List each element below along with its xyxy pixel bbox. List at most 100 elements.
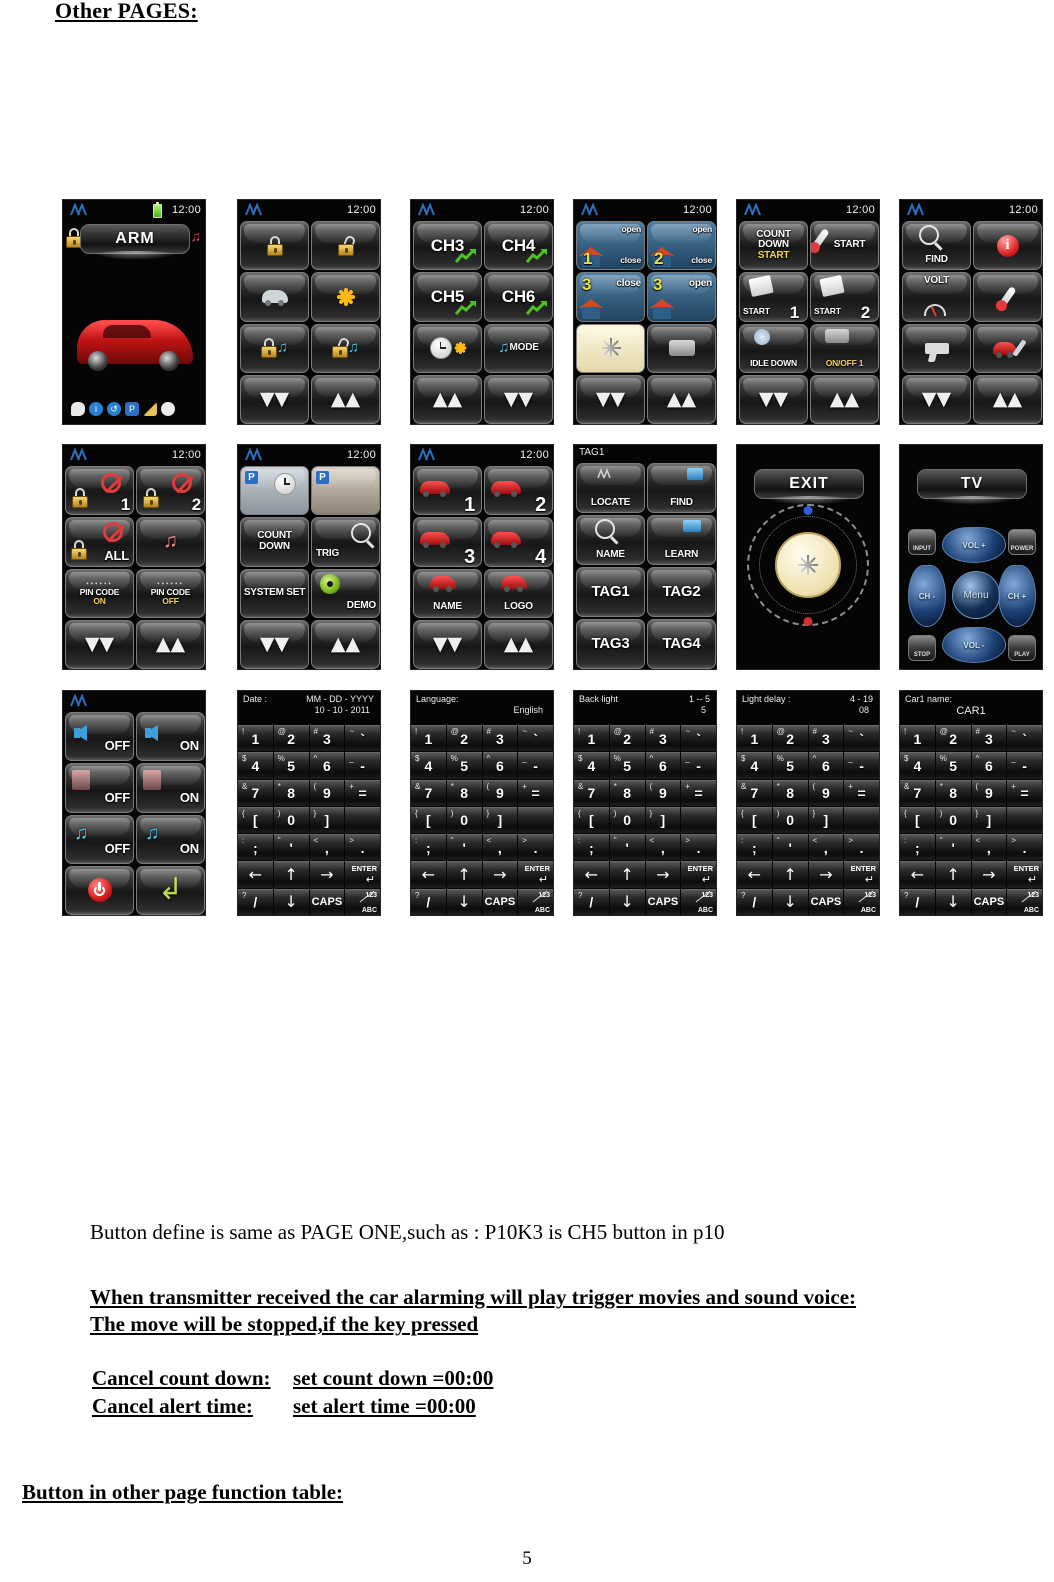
keypad-key[interactable]: + = xyxy=(518,779,553,806)
key-music-on[interactable]: ♫ ON xyxy=(136,814,205,864)
keypad-key[interactable]: " ' xyxy=(273,834,309,861)
key-tag-1[interactable]: TAG1 xyxy=(576,567,645,617)
tv-banner-button[interactable]: TV xyxy=(917,469,1027,505)
key-page-down[interactable]: ▼▼ xyxy=(413,619,482,669)
keypad-key[interactable]: :; xyxy=(737,834,772,861)
key-system-set[interactable]: SYSTEM SET xyxy=(240,568,309,618)
key-tag-2[interactable]: TAG2 xyxy=(647,567,716,617)
keypad-left-arrow[interactable]: ← xyxy=(574,861,609,888)
key-page-up[interactable]: ▲▲ xyxy=(484,619,553,669)
keypad-key[interactable]: }] xyxy=(808,806,844,834)
screen-garage-page[interactable]: 12:00 1 open close 2 open close 3 close xyxy=(573,199,717,425)
keypad-key[interactable]: ~ ` xyxy=(345,725,380,752)
keypad-key[interactable]: ! 1 xyxy=(238,725,273,752)
keypad-key[interactable]: ) 0 xyxy=(446,806,482,834)
keypad-left-arrow[interactable]: ← xyxy=(411,861,446,888)
key-pin-code-off[interactable]: •••••• PIN CODE OFF xyxy=(136,568,205,618)
key-page-up[interactable]: ▲▲ xyxy=(810,374,879,424)
keypad-key[interactable]: % 5 xyxy=(273,752,309,779)
key-locate[interactable]: LOCATE xyxy=(576,463,645,513)
keypad-slash-key[interactable]: ? / xyxy=(737,888,772,915)
keypad-key[interactable]: ^ 6 xyxy=(645,752,681,779)
keypad-enter-key[interactable]: ENTER ↵ xyxy=(681,861,716,888)
key-flower[interactable] xyxy=(311,272,380,322)
keypad-key[interactable]: $4 xyxy=(411,752,446,779)
stop-button[interactable]: STOP xyxy=(908,635,936,661)
keypad-key[interactable]: $4 xyxy=(737,752,772,779)
keypad-key[interactable]: (9 xyxy=(309,779,345,806)
key-ch4[interactable]: CH4 xyxy=(484,221,553,271)
key-speaker-off[interactable]: OFF xyxy=(65,712,134,762)
keypad-key[interactable]: " ' xyxy=(935,834,971,861)
screen-carname-keypad[interactable]: Car1 name: CAR1 ! 1 @2 #3 ~ ` $4% 5 ^ 6 _ - & 7 * 8(9 + =… xyxy=(899,690,1043,916)
screen-channel-page[interactable]: 12:00 CH3 CH4 CH5 CH6 ♫ MODE ▲▲ ▼▼ xyxy=(410,199,554,425)
key-page-down[interactable]: ▼▼ xyxy=(739,374,808,424)
play-button[interactable]: PLAY xyxy=(1008,635,1036,661)
keypad-key[interactable]: ! 1 xyxy=(411,725,446,752)
keypad-key[interactable]: " ' xyxy=(772,834,808,861)
keypad-key[interactable]: _ - xyxy=(681,752,716,779)
keypad-key[interactable]: _ - xyxy=(345,752,380,779)
key-mute-1[interactable]: 1 xyxy=(65,466,134,516)
message-icon[interactable] xyxy=(71,402,85,416)
keypad-up-arrow[interactable]: ↑ xyxy=(935,861,971,888)
key-page-up[interactable]: ▲▲ xyxy=(136,619,205,669)
keypad-key[interactable]: :; xyxy=(900,834,935,861)
keypad-slash-key[interactable]: ? / xyxy=(574,888,609,915)
keypad-key[interactable]: & 7 xyxy=(411,779,446,806)
key-tag-3[interactable]: TAG3 xyxy=(576,619,645,669)
screen-language-keypad[interactable]: Language: English ! 1 @2 #3 ~ ` $4% 5 ^ 6 _ - & 7 * 8(9… xyxy=(410,690,554,916)
keypad-key[interactable]: {[ xyxy=(737,806,772,834)
key-garage-3-close[interactable]: 3 close xyxy=(576,272,645,322)
key-temp[interactable] xyxy=(973,272,1042,322)
keypad-key[interactable]: * 8 xyxy=(609,779,645,806)
screen-lock-page[interactable]: 12:00 ♫ ♫ ▼▼ ▲▲ xyxy=(237,199,381,425)
keypad-left-arrow[interactable]: ← xyxy=(238,861,273,888)
keypad-key[interactable]: <, xyxy=(309,834,345,861)
keypad-key[interactable] xyxy=(345,806,380,834)
key-page-down[interactable]: ▼▼ xyxy=(484,374,553,424)
arm-banner-button[interactable]: ARM xyxy=(80,224,190,260)
keypad-key[interactable]: (9 xyxy=(645,779,681,806)
key-ch3[interactable]: CH3 xyxy=(413,221,482,271)
power-button[interactable]: POWER xyxy=(1008,529,1036,555)
key-car-2[interactable]: 2 xyxy=(484,466,553,516)
key-page-up[interactable]: ▲▲ xyxy=(413,374,482,424)
key-page-up[interactable]: ▲▲ xyxy=(647,374,716,424)
keypad-key[interactable]: @2 xyxy=(446,725,482,752)
key-car-3[interactable]: 3 xyxy=(413,517,482,567)
keypad-key[interactable]: ) 0 xyxy=(609,806,645,834)
key-learn[interactable]: LEARN xyxy=(647,515,716,565)
keypad-key[interactable]: $4 xyxy=(574,752,609,779)
key-gun[interactable] xyxy=(902,323,971,373)
keypad-key[interactable]: >. xyxy=(345,834,380,861)
keypad-key[interactable]: }] xyxy=(482,806,518,834)
keypad-enter-key[interactable]: ENTER ↵ xyxy=(844,861,879,888)
key-vibrate-on[interactable]: ON xyxy=(136,763,205,813)
keypad-right-arrow[interactable]: → xyxy=(645,861,681,888)
keypad-key[interactable]: " ' xyxy=(446,834,482,861)
screen-lightdelay-keypad[interactable]: Light delay : 4 - 19 08 ! 1 @2 #3 ~ ` $4% 5 ^ 6 _ -… xyxy=(736,690,880,916)
keypad-caps-key[interactable]: CAPS xyxy=(808,888,844,915)
key-unlock[interactable] xyxy=(311,221,380,271)
key-mode[interactable]: ♫ MODE xyxy=(484,323,553,373)
keypad-key[interactable]: % 5 xyxy=(446,752,482,779)
screen-car-select-page[interactable]: 12:00 1 2 3 4 NAME LOGO ▼▼ ▲▲ xyxy=(410,444,554,670)
keypad-key[interactable] xyxy=(681,806,716,834)
keypad-key[interactable]: * 8 xyxy=(772,779,808,806)
screen-date-keypad[interactable]: Date : MM - DD - YYYY 10 - 10 - 2011 ! 1 @… xyxy=(237,690,381,916)
keypad-key[interactable]: + = xyxy=(681,779,716,806)
key-car-1[interactable]: 1 xyxy=(413,466,482,516)
keypad-key[interactable]: :; xyxy=(411,834,446,861)
keypad-key[interactable]: + = xyxy=(1007,779,1042,806)
key-find[interactable]: FIND xyxy=(902,221,971,271)
keypad-key[interactable]: * 8 xyxy=(273,779,309,806)
keypad-key[interactable]: ) 0 xyxy=(772,806,808,834)
keypad-key[interactable]: @2 xyxy=(935,725,971,752)
keypad-key[interactable]: >. xyxy=(681,834,716,861)
keypad-key[interactable]: ! 1 xyxy=(574,725,609,752)
key-page-down[interactable]: ▼▼ xyxy=(576,374,645,424)
key-trunk[interactable] xyxy=(240,272,309,322)
keypad-key[interactable]: #3 xyxy=(645,725,681,752)
screen-backlight-keypad[interactable]: Back light 1 -- 5 5 ! 1 @2 #3 ~ ` $4% 5 ^ 6 _ - & 7 * 8… xyxy=(573,690,717,916)
